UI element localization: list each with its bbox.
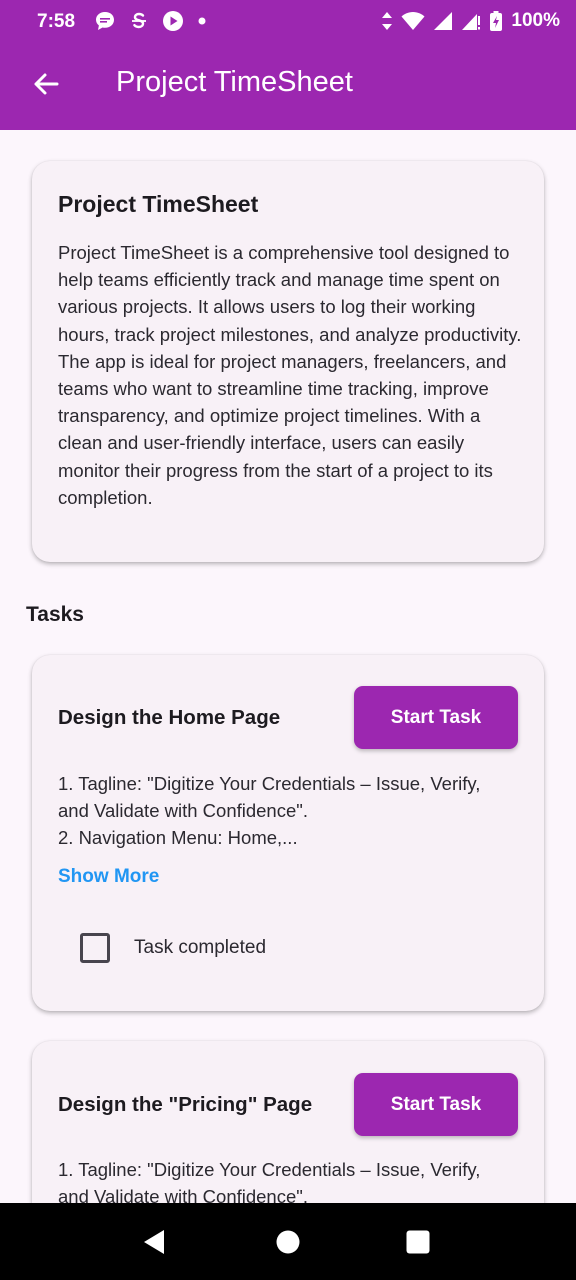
project-description: Project TimeSheet is a comprehensive too…	[58, 242, 522, 508]
start-task-button[interactable]: Start Task	[354, 686, 518, 749]
signal-alert-icon	[462, 14, 481, 30]
nav-back-button[interactable]	[139, 1227, 169, 1257]
system-nav-bar	[0, 1203, 576, 1280]
battery-charging-icon	[490, 11, 503, 31]
task-completed-checkbox[interactable]	[80, 933, 110, 963]
app-bar: Project TimeSheet	[0, 44, 576, 130]
status-right-icons: 100%	[381, 10, 560, 32]
status-left-icons	[94, 10, 208, 32]
nav-recents-button[interactable]	[403, 1227, 433, 1257]
project-info-card: Project TimeSheet Project TimeSheet is a…	[32, 161, 544, 562]
task-description-line: 1. Tagline: "Digitize Your Credentials –…	[58, 1159, 481, 1180]
chat-bubble-icon	[96, 12, 114, 30]
task-title: Design the "Pricing" Page	[58, 1093, 313, 1116]
page-title: Project TimeSheet	[116, 66, 353, 98]
wifi-icon	[401, 12, 425, 30]
task-description: 1. Tagline: "Digitize Your Credentials –…	[58, 770, 528, 852]
s-app-icon	[132, 12, 146, 29]
task-description-line: 2. Navigation Menu: Home,...	[58, 827, 298, 849]
data-arrows-icon	[382, 12, 393, 30]
home-circle-icon	[276, 1230, 300, 1254]
status-time: 7:58	[37, 11, 76, 32]
signal-icon	[434, 12, 453, 30]
recents-square-icon	[406, 1230, 430, 1254]
nav-home-button[interactable]	[273, 1227, 303, 1257]
task-completed-row[interactable]: Task completed	[80, 933, 266, 963]
show-more-link[interactable]: Show More	[58, 866, 159, 888]
project-title: Project TimeSheet	[58, 191, 259, 217]
status-bar: 7:58 100%	[0, 0, 576, 44]
task-description-line: and Validate with Confidence".	[58, 800, 308, 822]
dot-icon	[198, 17, 206, 25]
back-triangle-icon	[144, 1230, 164, 1254]
play-icon	[163, 11, 183, 31]
top-bar: 7:58 100% Project TimeSheet	[0, 0, 576, 130]
start-task-button[interactable]: Start Task	[354, 1073, 518, 1136]
task-description-line: 1. Tagline: "Digitize Your Credentials –…	[58, 773, 481, 794]
task-title: Design the Home Page	[58, 706, 281, 729]
task-completed-label: Task completed	[134, 937, 267, 958]
tasks-heading: Tasks	[26, 603, 84, 626]
task-card: Design the Home Page Start Task 1. Tagli…	[32, 655, 544, 1011]
back-button[interactable]	[26, 64, 66, 104]
arrow-back-icon	[34, 73, 59, 95]
battery-percentage: 100%	[511, 10, 560, 31]
